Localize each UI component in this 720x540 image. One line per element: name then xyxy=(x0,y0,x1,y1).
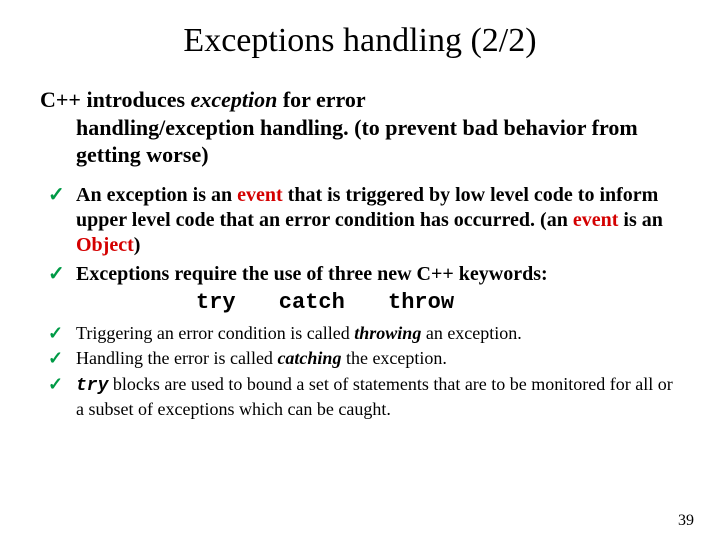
keyword-try: try xyxy=(76,376,108,396)
lead-text-c: handling/exception handling. (to prevent… xyxy=(40,114,680,169)
bullet-list-primary: An exception is an event that is trigger… xyxy=(40,183,680,317)
text: ) xyxy=(134,234,141,256)
bullet-list-secondary: Triggering an error condition is called … xyxy=(40,322,680,422)
slide-title: Exceptions handling (2/2) xyxy=(40,22,680,60)
keyword-throwing: throwing xyxy=(354,323,421,343)
lead-paragraph: C++ introduces exception for error handl… xyxy=(40,86,680,169)
text: the exception. xyxy=(341,348,446,368)
bullet-item: try blocks are used to bound a set of st… xyxy=(40,373,680,422)
text: Triggering an error condition is called xyxy=(76,323,354,343)
lead-text-b: for error xyxy=(277,87,365,112)
keyword-object: Object xyxy=(76,234,134,256)
text: is an xyxy=(618,209,662,231)
text: An exception is an xyxy=(76,184,237,206)
keyword-event: event xyxy=(573,209,619,231)
keyword-event: event xyxy=(237,184,283,206)
plus-plus: ++ xyxy=(431,263,454,285)
text: keywords: xyxy=(454,263,548,285)
bullet-item: Triggering an error condition is called … xyxy=(40,322,680,345)
page-number: 39 xyxy=(678,512,694,530)
slide: Exceptions handling (2/2) C++ introduces… xyxy=(0,0,720,540)
text: Exceptions require the use of three new … xyxy=(76,263,431,285)
lead-text-a: C++ introduces xyxy=(40,87,191,112)
bullet-item: Exceptions require the use of three new … xyxy=(40,262,680,317)
keywords-line: try catch throw xyxy=(76,289,680,317)
lead-emphasis: exception xyxy=(191,87,278,112)
text: Handling the error is called xyxy=(76,348,277,368)
bullet-item: Handling the error is called catching th… xyxy=(40,347,680,370)
text: an exception. xyxy=(421,323,521,343)
keyword-catching: catching xyxy=(277,348,341,368)
bullet-item: An exception is an event that is trigger… xyxy=(40,183,680,258)
text: blocks are used to bound a set of statem… xyxy=(76,374,673,419)
